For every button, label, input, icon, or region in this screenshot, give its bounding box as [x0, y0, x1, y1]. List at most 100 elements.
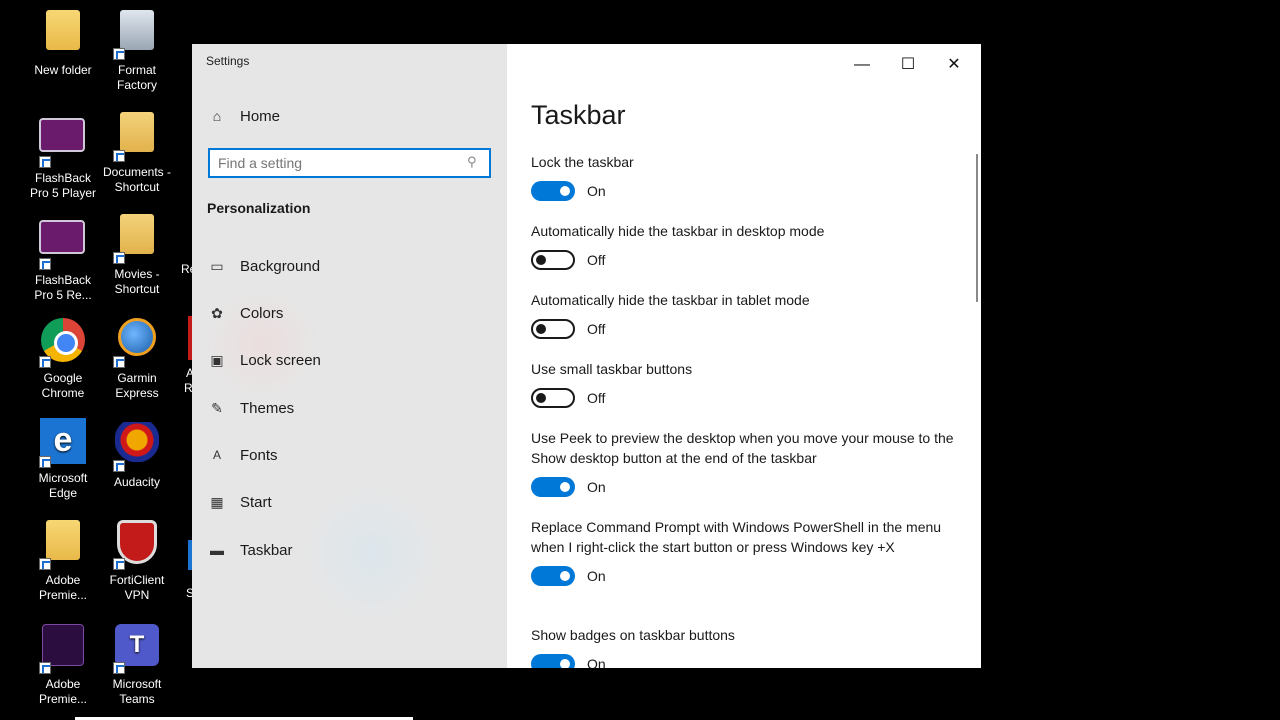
audacity-icon: [113, 422, 161, 472]
chrome-icon: [39, 318, 87, 368]
desktop-icon-label: Shortcut: [114, 282, 160, 296]
home-icon: ⌂: [212, 108, 222, 124]
desktop-icon-documents-shortcut[interactable]: Documents - Shortcut: [99, 112, 175, 195]
premiere-icon: [39, 624, 87, 674]
setting-label: Automatically hide the taskbar in tablet…: [531, 292, 810, 308]
close-button[interactable]: ✕: [931, 50, 977, 80]
nav-item-label: Fonts: [240, 446, 278, 464]
lock-taskbar-toggle[interactable]: [531, 181, 575, 201]
nav-item-label: Taskbar: [240, 541, 293, 559]
taskbar-icon: ▬: [210, 542, 224, 558]
nav-home-label: Home: [240, 107, 281, 125]
nav-item-fonts[interactable]: A Fonts: [192, 437, 507, 473]
powershell-toggle[interactable]: [531, 566, 575, 586]
search-icon[interactable]: ⚲: [467, 154, 483, 170]
desktop-icon-label: Microsoft: [112, 677, 162, 691]
setting-label: Show badges on taskbar buttons: [531, 627, 735, 643]
search-box[interactable]: ⚲: [208, 148, 491, 178]
nav-item-background[interactable]: ▭ Background: [192, 248, 507, 284]
brush-icon: ✎: [211, 400, 223, 416]
desktop-icon-format-factory[interactable]: Format Factory: [99, 10, 175, 93]
toggle-state: Off: [587, 321, 606, 337]
desktop-icon-label: Audacity: [113, 475, 161, 489]
desktop-icon-microsoft-teams[interactable]: T Microsoft Teams: [99, 622, 175, 707]
desktop-icon-label: Shortcut: [114, 180, 160, 194]
desktop-icon-label: FlashBack: [34, 273, 92, 287]
desktop-icon-label: FortiClient: [109, 573, 165, 587]
setting-label: Use small taskbar buttons: [531, 361, 693, 377]
peek-toggle[interactable]: [531, 477, 575, 497]
folder-icon: [113, 214, 161, 264]
toggle-state: Off: [587, 252, 606, 268]
desktop-icon-adobe-premiere-2[interactable]: Adobe Premie...: [25, 622, 101, 707]
desktop-icon-label: Teams: [119, 692, 155, 706]
desktop-icon-label: Factory: [116, 78, 157, 92]
setting-badges: Show badges on taskbar buttons On: [531, 625, 961, 668]
desktop-icon-forticlient-vpn[interactable]: FortiClient VPN: [99, 520, 175, 603]
monitor-icon: ▣: [210, 352, 224, 368]
folder-icon: [113, 112, 161, 162]
autohide-desktop-toggle[interactable]: [531, 250, 575, 270]
folder-icon: [39, 520, 87, 570]
setting-label: Replace Command Prompt with Windows Powe…: [531, 519, 942, 555]
desktop-icon-garmin-express[interactable]: Garmin Express: [99, 316, 175, 401]
autohide-tablet-toggle[interactable]: [531, 319, 575, 339]
desktop-icon-label: Garmin: [117, 371, 157, 385]
picture-icon: ▭: [210, 258, 224, 274]
desktop-icon-audacity[interactable]: Audacity: [99, 418, 175, 490]
setting-label: Use Peek to preview the desktop when you…: [531, 430, 954, 466]
desktop-icon-flashback-player[interactable]: FlashBack Pro 5 Player: [25, 112, 101, 201]
nav-item-lock-screen[interactable]: ▣ Lock screen: [192, 342, 507, 378]
nav-item-taskbar[interactable]: ▬ Taskbar: [192, 532, 507, 568]
desktop-icon-label: Microsoft: [38, 471, 88, 485]
nav-item-start[interactable]: ▦ Start: [192, 484, 507, 520]
page-title: Taskbar: [531, 100, 626, 130]
toggle-state: On: [587, 479, 606, 495]
edge-icon: e: [39, 418, 87, 468]
settings-content-pane: — ☐ ✕ Taskbar Lock the taskbar On Automa…: [507, 44, 981, 668]
nav-item-label: Themes: [240, 399, 295, 417]
teams-icon: T: [113, 624, 161, 674]
setting-small-buttons: Use small taskbar buttons Off: [531, 359, 961, 408]
maximize-button[interactable]: ☐: [885, 50, 931, 80]
toggle-state: On: [587, 183, 606, 199]
setting-powershell: Replace Command Prompt with Windows Powe…: [531, 517, 961, 586]
setting-label: Lock the taskbar: [531, 154, 634, 170]
setting-peek: Use Peek to preview the desktop when you…: [531, 428, 961, 497]
desktop-icon-microsoft-edge[interactable]: e Microsoft Edge: [25, 418, 101, 501]
nav-item-label: Colors: [240, 304, 284, 322]
nav-section-header: Personalization: [207, 200, 311, 216]
desktop-icon-label: Format: [117, 63, 156, 77]
desktop-icon-label: FlashBack: [34, 171, 92, 185]
desktop-icon-google-chrome[interactable]: Google Chrome: [25, 316, 101, 401]
desktop-icon-label: VPN: [124, 588, 150, 602]
desktop-icon-label: Documents -: [102, 165, 172, 179]
nav-item-label: Start: [240, 493, 272, 511]
desktop-icon-label: Chrome: [41, 386, 85, 400]
start-grid-icon: ▦: [210, 494, 224, 510]
small-buttons-toggle[interactable]: [531, 388, 575, 408]
format-factory-icon: [113, 10, 161, 60]
nav-item-label: Background: [240, 257, 321, 275]
nav-home[interactable]: ⌂ Home: [192, 98, 507, 134]
setting-autohide-desktop: Automatically hide the taskbar in deskto…: [531, 221, 961, 270]
nav-item-themes[interactable]: ✎ Themes: [192, 390, 507, 426]
font-icon: A: [212, 448, 221, 462]
toggle-state: On: [587, 656, 606, 668]
desktop-icon-label: Premie...: [38, 692, 87, 706]
minimize-button[interactable]: —: [839, 50, 885, 80]
scrollbar[interactable]: [976, 154, 978, 302]
badges-toggle[interactable]: [531, 654, 575, 668]
folder-icon: [39, 10, 87, 58]
nav-item-colors[interactable]: ✿ Colors: [192, 295, 507, 331]
garmin-icon: [113, 318, 161, 368]
search-input[interactable]: [218, 150, 458, 176]
desktop-icon-new-folder[interactable]: New folder: [25, 10, 101, 78]
desktop-icon-label: Premie...: [38, 588, 87, 602]
nav-item-label: Lock screen: [240, 351, 321, 369]
desktop-icon-flashback-recorder[interactable]: FlashBack Pro 5 Re...: [25, 214, 101, 303]
setting-autohide-tablet: Automatically hide the taskbar in tablet…: [531, 290, 961, 339]
desktop-icon-adobe-premiere-1[interactable]: Adobe Premie...: [25, 520, 101, 603]
settings-nav-pane: Settings ⌂ Home ⚲ Personalization ▭ Back…: [192, 44, 507, 668]
desktop-icon-movies-shortcut[interactable]: Movies - Shortcut: [99, 214, 175, 297]
